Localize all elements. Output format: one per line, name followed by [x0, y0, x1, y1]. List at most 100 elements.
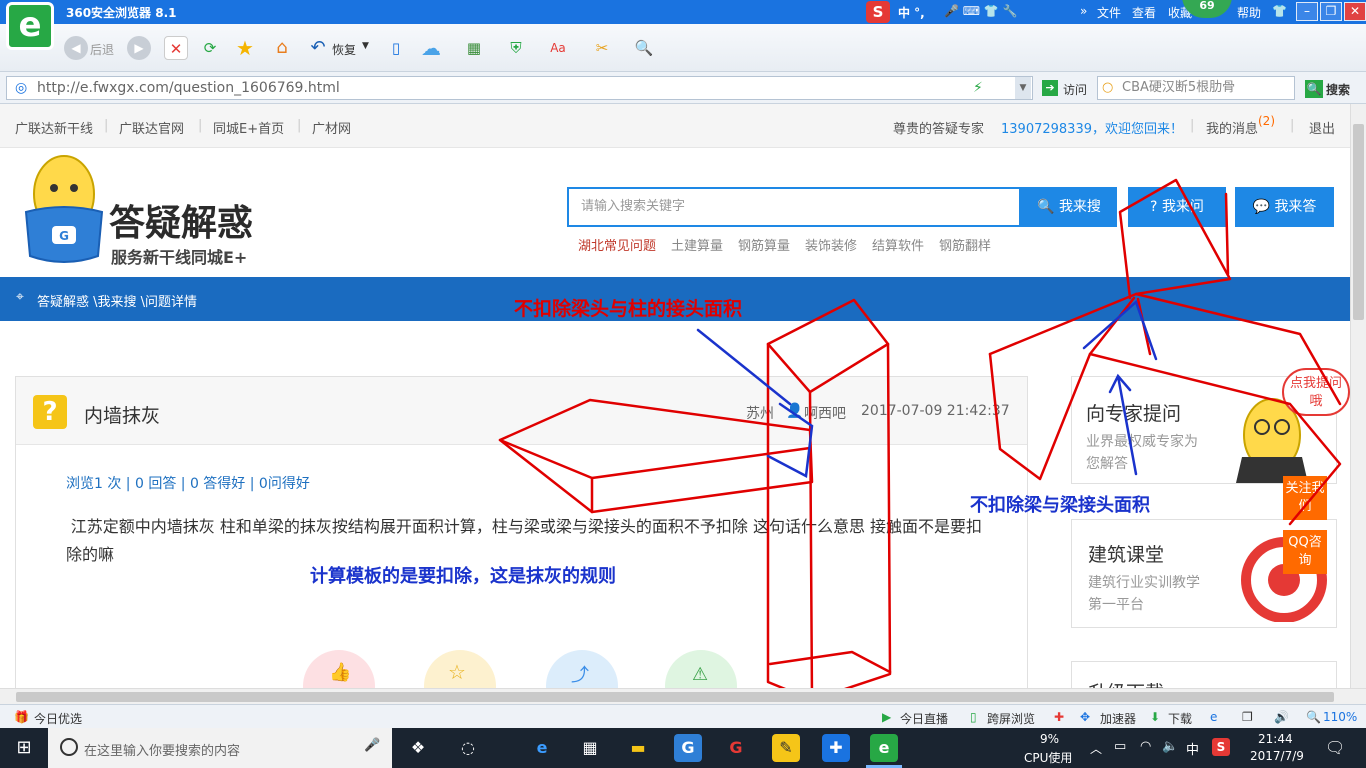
gift-icon[interactable]: 🎁	[14, 710, 29, 724]
ie-icon[interactable]: e	[1210, 710, 1217, 724]
plus-icon[interactable]: ✚	[1054, 710, 1064, 724]
close-button[interactable]: ✕	[1344, 2, 1366, 21]
crosshair-app-icon[interactable]: ✚	[822, 734, 850, 762]
favorite-star-icon[interactable]: ★	[233, 36, 257, 60]
ime-indicator[interactable]: 中	[1186, 739, 1199, 758]
status-live[interactable]: 今日直播	[900, 710, 948, 727]
browser-title-bar: e 360安全浏览器 8.1 S 中 °, 🎤 ⌨ 👕 🔧 » 文件 查看 收藏…	[0, 0, 1366, 50]
zoom-magnifier-icon: 🔍	[1306, 710, 1321, 724]
glodon-app-icon[interactable]: G	[674, 734, 702, 762]
restore-label[interactable]: 恢复	[332, 41, 356, 58]
clock-time[interactable]: 21:44	[1258, 732, 1293, 746]
page-viewport: 广联达新干线 | 广联达官网 | 同城E+首页 | 广材网 尊贵的答疑专家 13…	[0, 104, 1350, 688]
menu-view[interactable]: 查看	[1132, 4, 1156, 21]
screenshot-icon[interactable]: ✂	[590, 36, 614, 60]
vertical-scrollbar[interactable]	[1350, 104, 1366, 688]
stop-icon[interactable]: ✕	[164, 36, 188, 60]
annotation-arrow	[1108, 373, 1138, 476]
windows-taskbar: ⊞ 在这里输入你要搜索的内容 🎤 ❖ ◌ e ▦ ▬ G G ✎ ✚ e 9% …	[0, 728, 1366, 768]
back-label[interactable]: 后退	[90, 41, 114, 58]
ime-status[interactable]: 中 °,	[898, 4, 925, 21]
beam-drawing	[498, 398, 814, 514]
refresh-icon[interactable]: ⟳	[198, 36, 222, 60]
undo-icon[interactable]: ↶	[306, 36, 330, 60]
accelerator-icon: ✥	[1080, 710, 1091, 724]
store-icon[interactable]: ▦	[576, 734, 604, 762]
browser-logo-icon: e	[6, 2, 54, 50]
scrollbar-thumb[interactable]	[16, 692, 1334, 702]
notepad-app-icon[interactable]: ✎	[772, 734, 800, 762]
status-cross-screen[interactable]: 跨屏浏览	[987, 710, 1035, 727]
menu-help[interactable]: 帮助	[1237, 4, 1261, 21]
speaker-icon[interactable]: 🔈	[1162, 739, 1178, 754]
browser-title: 360安全浏览器 8.1	[66, 6, 177, 20]
annotation-blue-rule: 计算模板的是要扣除，这是抹灰的规则	[310, 566, 616, 587]
url-dropdown-icon[interactable]: ▼	[1015, 77, 1031, 99]
url-text[interactable]: http://e.fwxgx.com/question_1606769.html	[37, 80, 340, 96]
visit-icon[interactable]: ➔	[1042, 80, 1058, 96]
cortana-circle-icon	[60, 738, 78, 756]
back-icon[interactable]: ◀	[64, 36, 88, 60]
status-accelerator[interactable]: 加速器	[1100, 710, 1136, 727]
clock-date[interactable]: 2017/7/9	[1250, 749, 1304, 763]
mobile-icon[interactable]: ▯	[384, 36, 408, 60]
column-drawing	[766, 298, 890, 394]
network-icon[interactable]: ▭	[1114, 739, 1126, 754]
cpu-usage: 9%	[1040, 732, 1060, 746]
translate-icon[interactable]: Aa	[546, 36, 570, 60]
maximize-button[interactable]: ❐	[1320, 2, 1342, 21]
annotation-overlay	[498, 178, 1342, 688]
cortana-icon[interactable]: ◌	[454, 734, 482, 762]
address-bar: ◎ http://e.fwxgx.com/question_1606769.ht…	[0, 72, 1366, 104]
browser-toolbar: ◀ 后退 ▶ ✕ ⟳ ★ ⌂ ↶ 恢复 ▼ ▯ ☁ ▦ ⛨ Aa ✂ 🔍	[0, 24, 1366, 72]
sogou-tray-icon[interactable]: S	[1212, 738, 1230, 756]
windows-start-icon[interactable]: ⊞	[0, 728, 48, 768]
task-view-icon[interactable]: ❖	[404, 734, 432, 762]
menu-more-icon[interactable]: »	[1080, 4, 1087, 18]
annotation-blue-beam-beam: 不扣除梁与梁接头面积	[970, 495, 1150, 516]
cpu-label: CPU使用	[1024, 751, 1073, 765]
ime-tool-icons[interactable]: 🎤 ⌨ 👕 🔧	[944, 4, 1018, 18]
taskbar-search-placeholder: 在这里输入你要搜索的内容	[84, 744, 241, 759]
cloud-icon[interactable]: ☁	[416, 36, 446, 60]
browser-search-button[interactable]: 搜索	[1326, 81, 1350, 98]
status-download[interactable]: 下载	[1168, 710, 1192, 727]
skin-icon[interactable]: 👕	[1272, 4, 1287, 18]
taskbar-search-box[interactable]: 在这里输入你要搜索的内容 🎤	[48, 728, 392, 768]
visit-button[interactable]: 访问	[1063, 81, 1087, 98]
wifi-icon[interactable]: ◠	[1140, 739, 1151, 754]
url-input[interactable]: ◎ http://e.fwxgx.com/question_1606769.ht…	[6, 76, 1033, 100]
notification-icon[interactable]: 🗨	[1325, 738, 1345, 757]
tray-expand-icon[interactable]: ︿	[1090, 740, 1102, 757]
menu-file[interactable]: 文件	[1097, 4, 1121, 21]
window-icon[interactable]: ❐	[1242, 710, 1253, 724]
restore-dropdown-icon[interactable]: ▼	[362, 41, 369, 51]
apps-icon[interactable]: ▦	[462, 36, 486, 60]
horizontal-scrollbar[interactable]	[0, 688, 1366, 704]
edge-icon[interactable]: e	[528, 734, 556, 762]
search-engine-icon[interactable]: ○	[1102, 77, 1113, 99]
forward-icon[interactable]: ▶	[127, 36, 151, 60]
annotation-red-beam-column: 不扣除梁头与柱的接头面积	[514, 298, 743, 320]
download-icon: ⬇	[1150, 710, 1161, 724]
zoom-level[interactable]: 110%	[1323, 710, 1357, 724]
zoom-icon[interactable]: 🔍	[632, 36, 656, 60]
microphone-icon[interactable]: 🎤	[364, 738, 380, 753]
speed-icon[interactable]: ⚡	[973, 77, 983, 99]
home-icon[interactable]: ⌂	[270, 36, 294, 60]
volume-icon[interactable]: 🔊	[1274, 710, 1289, 724]
browser-status-bar: 🎁 今日优选 ▶ 今日直播 ▯ 跨屏浏览 ✚ ✥ 加速器 ⬇ 下载 e ❐ 🔊 …	[0, 704, 1366, 728]
sogou-ime-icon[interactable]: S	[866, 1, 890, 23]
page-globe-icon: ◎	[15, 80, 28, 96]
play-icon: ▶	[882, 710, 892, 724]
minimize-button[interactable]: –	[1296, 2, 1318, 21]
search-icon[interactable]: 🔍	[1305, 80, 1323, 98]
scrollbar-thumb[interactable]	[1353, 124, 1364, 320]
glodon-app2-icon[interactable]: G	[722, 734, 750, 762]
status-today-pick[interactable]: 今日优选	[34, 710, 82, 727]
browser-search-input[interactable]: ○ CBA硬汉断5根肋骨	[1097, 76, 1295, 100]
phone-icon: ▯	[970, 710, 977, 724]
file-explorer-icon[interactable]: ▬	[624, 734, 652, 762]
shield-icon[interactable]: ⛨	[504, 36, 528, 60]
browser-360-icon[interactable]: e	[870, 734, 898, 762]
